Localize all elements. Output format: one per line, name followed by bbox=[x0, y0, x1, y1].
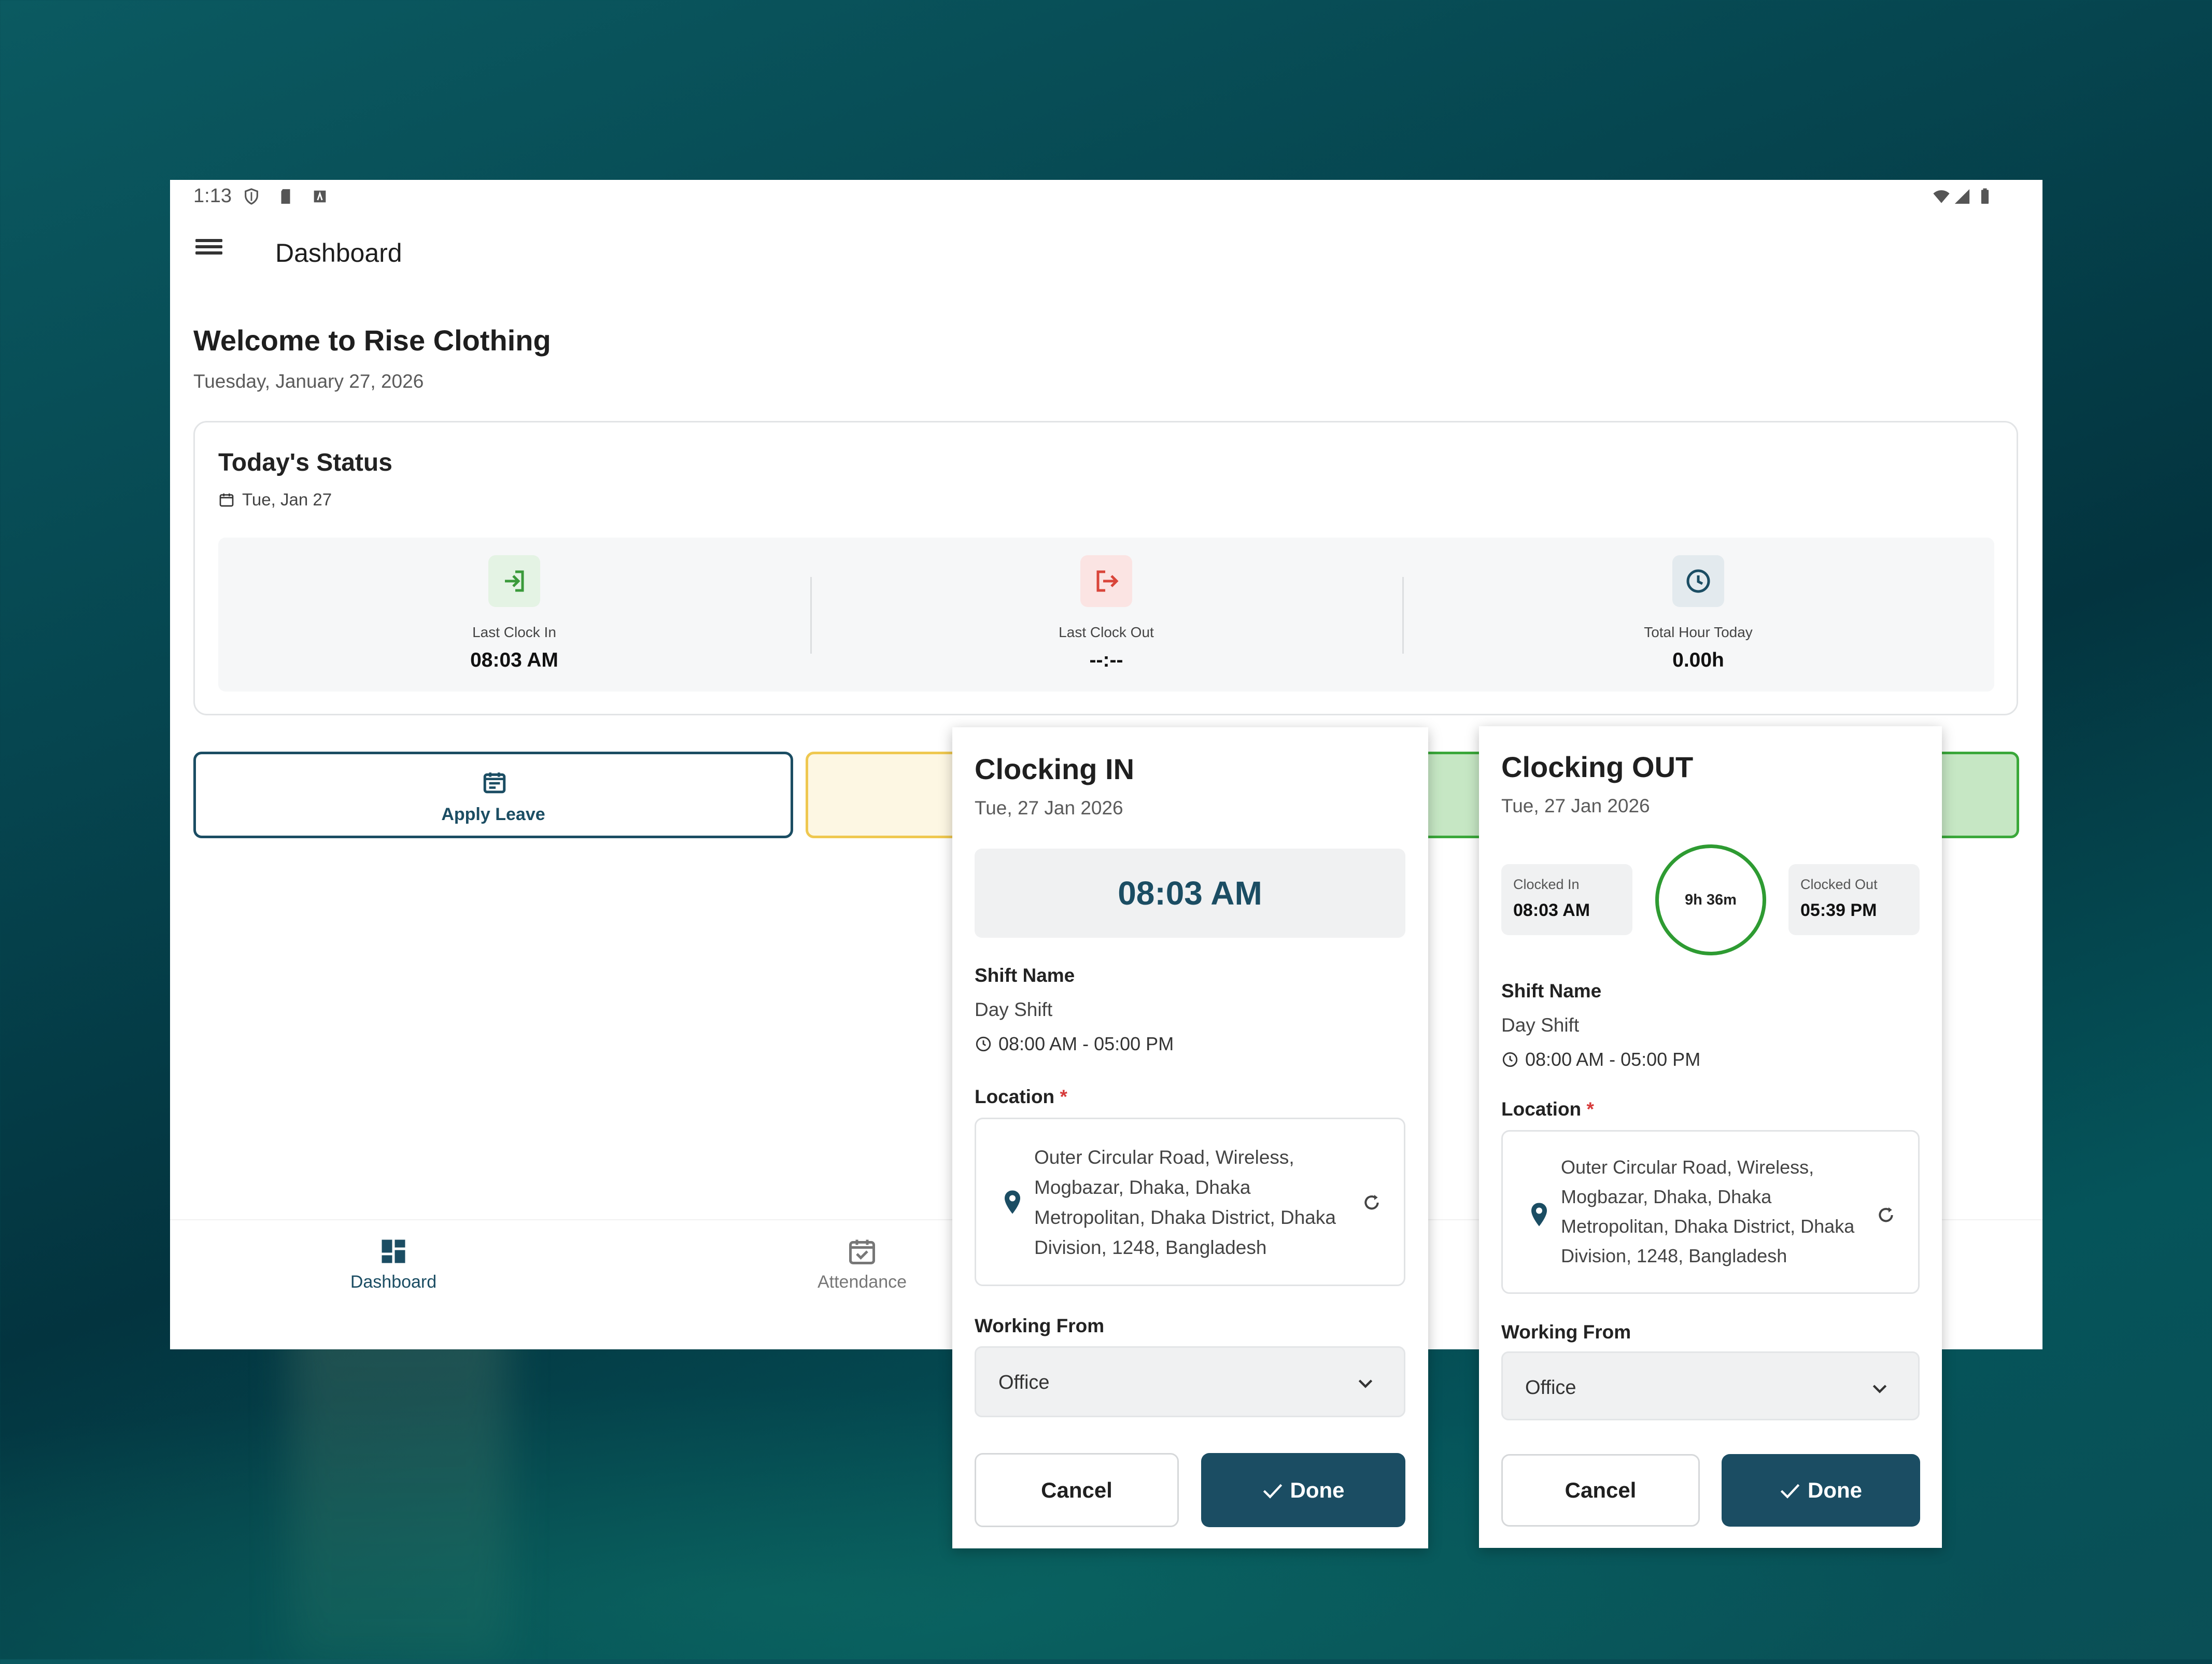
refresh-icon[interactable] bbox=[1876, 1205, 1896, 1225]
status-strip: Last Clock In 08:03 AM Last Clock Out --… bbox=[218, 538, 1994, 692]
calendar-icon bbox=[219, 493, 234, 507]
stat-total-hour: Total Hour Today 0.00h bbox=[1402, 538, 1994, 692]
clocked-out-value: 05:39 PM bbox=[1800, 900, 1877, 920]
working-from-label: Working From bbox=[975, 1315, 1105, 1336]
dialog-date: Tue, 27 Jan 2026 bbox=[975, 797, 1123, 819]
duration-ring: 9h 36m bbox=[1655, 844, 1766, 955]
nav-label: Dashboard bbox=[350, 1272, 437, 1292]
battery-icon bbox=[1981, 188, 1989, 204]
clock-in-icon bbox=[488, 555, 540, 607]
shield-icon bbox=[245, 188, 258, 205]
stat-last-clock-in: Last Clock In 08:03 AM bbox=[218, 538, 810, 692]
clock-out-icon bbox=[1080, 555, 1132, 607]
stat-value: --:-- bbox=[1089, 649, 1123, 671]
apply-leave-button[interactable]: Apply Leave bbox=[193, 752, 793, 838]
done-button[interactable]: Done bbox=[1722, 1454, 1920, 1527]
location-label-text: Location bbox=[1501, 1098, 1582, 1120]
done-label: Done bbox=[1290, 1478, 1345, 1502]
shift-time-text: 08:00 AM - 05:00 PM bbox=[998, 1033, 1174, 1054]
required-mark: * bbox=[1586, 1098, 1594, 1120]
shift-time: 08:00 AM - 05:00 PM bbox=[975, 1033, 1174, 1055]
refresh-icon[interactable] bbox=[1361, 1192, 1382, 1213]
location-address: Outer Circular Road, Wireless, Mogbazar,… bbox=[1561, 1157, 1855, 1266]
calendar-check-icon bbox=[849, 1239, 875, 1264]
shift-label: Shift Name bbox=[1501, 980, 1602, 1002]
chevron-down-icon bbox=[1358, 1379, 1373, 1388]
status-bar: 1:13 bbox=[170, 180, 2042, 214]
done-label: Done bbox=[1808, 1478, 1862, 1502]
nav-item-dashboard[interactable]: Dashboard bbox=[212, 1220, 575, 1324]
stat-last-clock-out: Last Clock Out --:-- bbox=[810, 538, 1402, 692]
clocked-in-label: Clocked In bbox=[1513, 877, 1580, 892]
location-label-text: Location bbox=[975, 1086, 1055, 1107]
working-from-value: Office bbox=[998, 1372, 1050, 1393]
check-icon bbox=[1780, 1484, 1800, 1499]
page-title: Dashboard bbox=[275, 238, 402, 267]
card-date-text: Tue, Jan 27 bbox=[242, 490, 332, 509]
shift-name: Day Shift bbox=[975, 999, 1053, 1020]
clocked-out-box: Clocked Out 05:39 PM bbox=[1788, 864, 1920, 935]
location-pin-icon bbox=[1005, 1190, 1020, 1214]
location-label: Location * bbox=[1501, 1098, 1594, 1120]
clock-in-time: 08:03 AM bbox=[975, 849, 1405, 938]
dialog-title: Clocking IN bbox=[975, 753, 1135, 785]
chevron-down-icon bbox=[1872, 1385, 1887, 1393]
done-button[interactable]: Done bbox=[1201, 1453, 1405, 1527]
calendar-icon bbox=[483, 772, 506, 794]
shift-time-text: 08:00 AM - 05:00 PM bbox=[1525, 1049, 1701, 1070]
dashboard-icon bbox=[382, 1239, 405, 1263]
location-field[interactable]: Outer Circular Road, Wireless, Mogbazar,… bbox=[1501, 1130, 1920, 1294]
clocking-in-dialog: Clocking IN Tue, 27 Jan 2026 08:03 AM Sh… bbox=[952, 727, 1428, 1548]
shift-label: Shift Name bbox=[975, 965, 1075, 986]
clocked-in-value: 08:03 AM bbox=[1513, 900, 1590, 920]
clock-icon bbox=[976, 1036, 991, 1052]
location-pin-icon bbox=[1531, 1203, 1547, 1226]
wifi-icon bbox=[1933, 190, 1950, 203]
app-notification-icon bbox=[314, 190, 326, 203]
dialog-date: Tue, 27 Jan 2026 bbox=[1501, 795, 1650, 816]
clocked-out-label: Clocked Out bbox=[1800, 877, 1878, 892]
menu-icon[interactable] bbox=[193, 236, 224, 267]
signal-icon bbox=[1954, 189, 1970, 204]
clock-icon bbox=[1502, 1052, 1518, 1067]
sd-card-icon bbox=[281, 189, 290, 204]
stat-label: Total Hour Today bbox=[1644, 624, 1753, 640]
location-field[interactable]: Outer Circular Road, Wireless, Mogbazar,… bbox=[975, 1118, 1405, 1286]
dialog-title: Clocking OUT bbox=[1501, 751, 1694, 783]
clocking-out-dialog: Clocking OUT Tue, 27 Jan 2026 Clocked In… bbox=[1479, 726, 1942, 1548]
location-address: Outer Circular Road, Wireless, Mogbazar,… bbox=[1034, 1147, 1336, 1258]
top-app-bar: Dashboard bbox=[170, 214, 2042, 292]
location-label: Location * bbox=[975, 1086, 1067, 1108]
clock-icon bbox=[1672, 555, 1724, 607]
stat-label: Last Clock In bbox=[472, 624, 556, 640]
current-date: Tuesday, January 27, 2026 bbox=[193, 371, 424, 392]
stat-label: Last Clock Out bbox=[1059, 624, 1154, 640]
working-from-label: Working From bbox=[1501, 1321, 1631, 1343]
check-icon bbox=[1263, 1484, 1282, 1499]
cancel-button[interactable]: Cancel bbox=[975, 1453, 1179, 1527]
working-from-select[interactable]: Office bbox=[1501, 1351, 1920, 1420]
stat-value: 0.00h bbox=[1672, 649, 1724, 671]
working-from-select[interactable]: Office bbox=[975, 1346, 1405, 1417]
clocked-in-box: Clocked In 08:03 AM bbox=[1501, 864, 1632, 935]
stat-value: 08:03 AM bbox=[470, 649, 558, 671]
shift-name: Day Shift bbox=[1501, 1014, 1580, 1036]
shift-time: 08:00 AM - 05:00 PM bbox=[1501, 1049, 1700, 1070]
welcome-heading: Welcome to Rise Clothing bbox=[193, 324, 551, 357]
card-title: Today's Status bbox=[218, 449, 392, 476]
required-mark: * bbox=[1060, 1086, 1067, 1107]
apply-leave-label: Apply Leave bbox=[441, 805, 545, 824]
status-time: 1:13 bbox=[193, 185, 232, 207]
card-date: Tue, Jan 27 bbox=[218, 490, 332, 510]
todays-status-card: Today's Status Tue, Jan 27 Last Clock In… bbox=[193, 421, 2018, 715]
cancel-button[interactable]: Cancel bbox=[1501, 1454, 1700, 1527]
working-from-value: Office bbox=[1525, 1377, 1576, 1399]
